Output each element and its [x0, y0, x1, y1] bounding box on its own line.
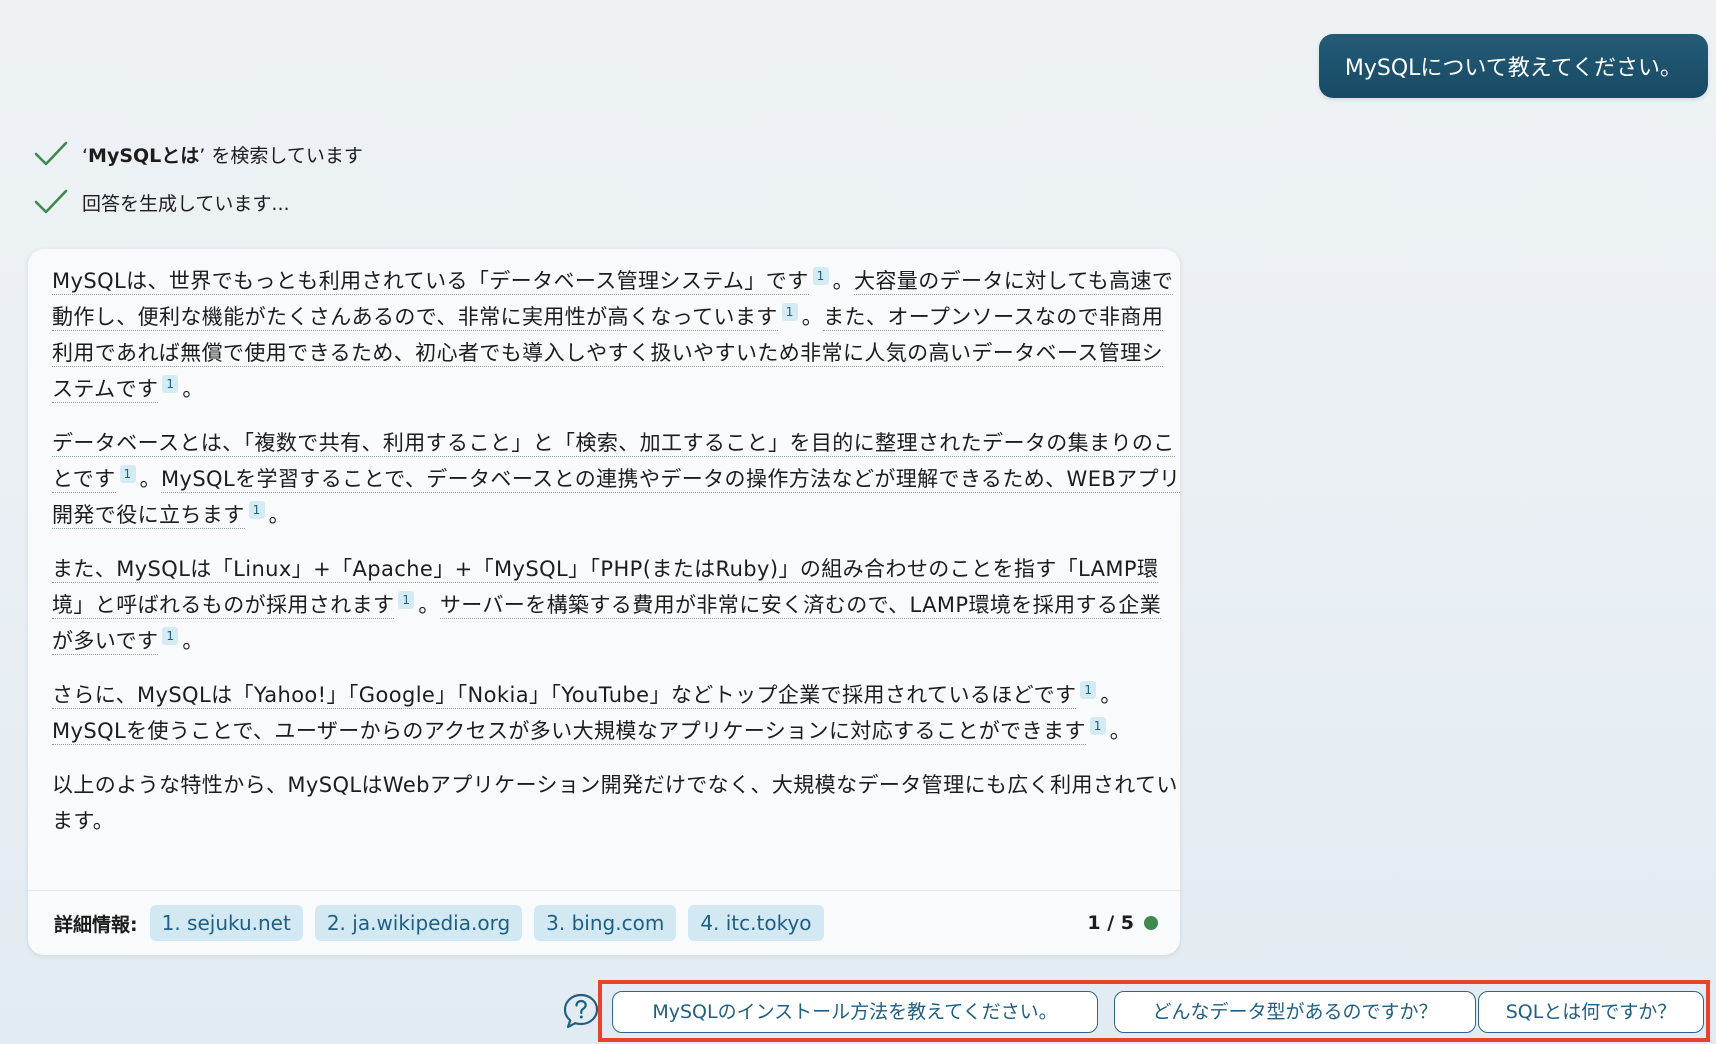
- checkmark-icon: [34, 189, 68, 214]
- answer-paragraph: データベースとは、「複数で共有、利用すること」と「検索、加工すること」を目的に整…: [52, 425, 1182, 533]
- citation-marker[interactable]: 1: [1080, 681, 1097, 699]
- generating-status: 回答を生成しています...: [34, 188, 290, 216]
- search-status-suffix: を検索しています: [211, 144, 363, 167]
- cited-sentence: MySQLは、世界でもっとも利用されている「データベース管理システム」です: [52, 269, 809, 295]
- suggestion-button-install[interactable]: MySQLのインストール方法を教えてください。: [612, 991, 1098, 1033]
- source-link-1[interactable]: 1. sejuku.net: [149, 905, 303, 941]
- user-message-text: MySQLについて教えてください。: [1344, 56, 1682, 81]
- answer-paragraph: また、MySQLは「Linux」+「Apache」+「MySQL」「PHP(また…: [52, 551, 1182, 659]
- question-help-icon[interactable]: [562, 992, 600, 1030]
- response-counter-text: 1 / 5: [1087, 912, 1134, 934]
- citation-marker[interactable]: 1: [812, 267, 829, 285]
- response-counter: 1 / 5: [1087, 912, 1158, 934]
- citation-marker[interactable]: 1: [1089, 717, 1106, 735]
- suggestion-button-what-is-sql[interactable]: SQLとは何ですか？: [1478, 991, 1704, 1033]
- answer-text: 。: [801, 305, 824, 329]
- search-query: MySQLとは: [88, 144, 200, 167]
- answer-text: 以上のような特性から、MySQLはWebアプリケーション開発だけでなく、大規模な…: [52, 773, 1178, 833]
- source-link-3[interactable]: 3. bing.com: [534, 905, 677, 941]
- answer-text: 。: [182, 629, 204, 653]
- answer-text: 。: [1109, 719, 1132, 743]
- cited-sentence: さらに、MySQLは「Yahoo!」「Google」「Nokia」「YouTub…: [52, 683, 1077, 709]
- source-link-2[interactable]: 2. ja.wikipedia.org: [314, 905, 523, 941]
- answer-card: MySQLは、世界でもっとも利用されている「データベース管理システム」です 1 。大…: [28, 249, 1182, 955]
- answer-text: 。: [1100, 683, 1122, 707]
- search-status: ‘MySQLとは’ を検索しています: [34, 140, 363, 168]
- citation-marker[interactable]: 1: [398, 591, 415, 609]
- search-status-text: ‘MySQLとは’ を検索しています: [82, 144, 363, 167]
- answer-text: 。: [268, 503, 291, 527]
- answer-paragraph: 以上のような特性から、MySQLはWebアプリケーション開発だけでなく、大規模な…: [52, 767, 1182, 839]
- source-link-4[interactable]: 4. itc.tokyo: [688, 905, 824, 941]
- answer-text: 。: [182, 377, 204, 401]
- answer-text: 。: [418, 593, 440, 617]
- status-dot-icon: [1144, 916, 1158, 930]
- cited-sentence: MySQLを学習することで、データベースとの連携やデータの操作方法などが理解でき…: [52, 467, 1181, 529]
- answer-text: 。: [139, 467, 161, 491]
- cited-sentence: MySQLを使うことで、ユーザーからのアクセスが多い大規模なアプリケーションに対…: [52, 719, 1086, 745]
- answer-text: 。: [832, 269, 854, 293]
- user-message-bubble: MySQLについて教えてください。: [1318, 34, 1708, 98]
- generating-status-text: 回答を生成しています...: [82, 192, 290, 215]
- answer-paragraph: さらに、MySQLは「Yahoo!」「Google」「Nokia」「YouTub…: [52, 677, 1182, 749]
- citation-marker[interactable]: 1: [248, 501, 265, 519]
- citation-marker[interactable]: 1: [162, 627, 179, 645]
- checkmark-icon: [34, 141, 68, 166]
- citation-marker[interactable]: 1: [119, 465, 136, 483]
- suggestion-button-data-types[interactable]: どんなデータ型があるのですか？: [1114, 991, 1476, 1033]
- citation-marker[interactable]: 1: [162, 375, 179, 393]
- sources-label: 詳細情報:: [54, 913, 138, 936]
- answer-body: MySQLは、世界でもっとも利用されている「データベース管理システム」です 1 。大…: [52, 263, 1182, 857]
- answer-paragraph: MySQLは、世界でもっとも利用されている「データベース管理システム」です 1 。大…: [52, 263, 1182, 407]
- sources-footer: 詳細情報: 1. sejuku.net 2. ja.wikipedia.org …: [28, 890, 1180, 955]
- citation-marker[interactable]: 1: [781, 303, 798, 321]
